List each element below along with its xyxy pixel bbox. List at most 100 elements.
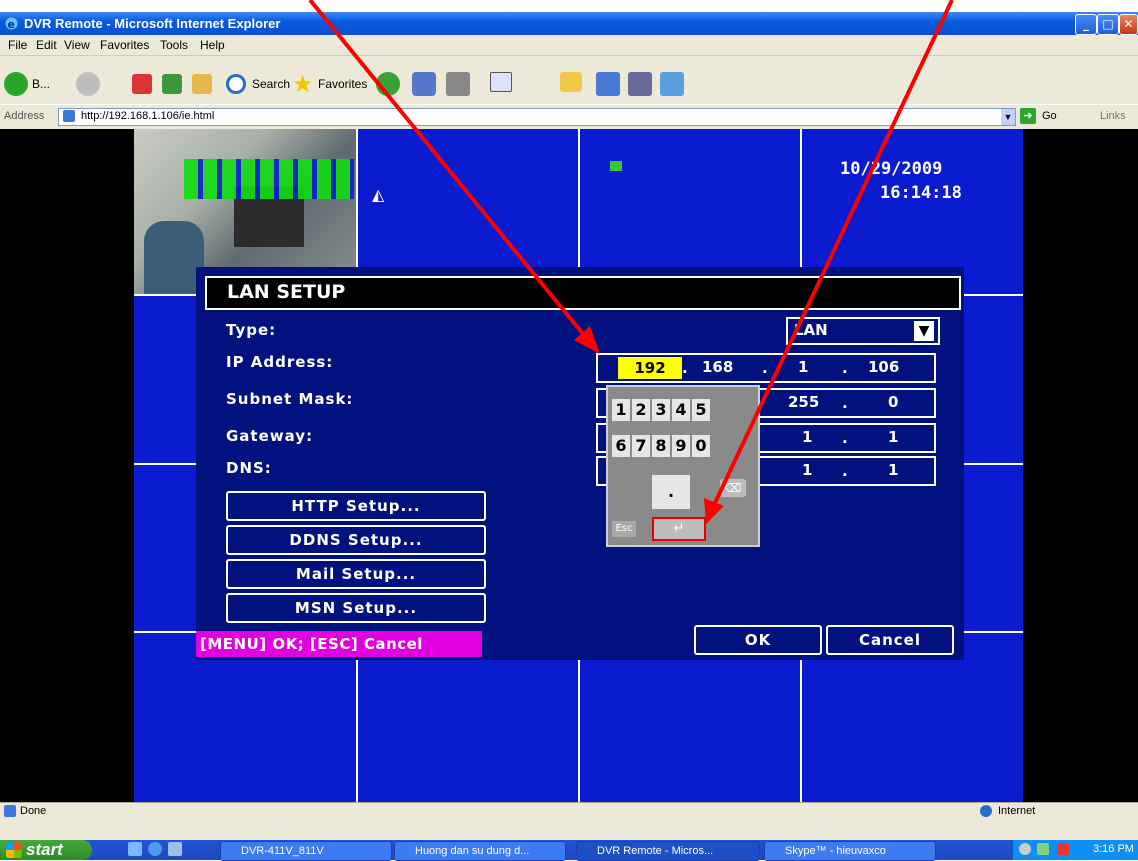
ok-button[interactable]: OK xyxy=(694,625,822,655)
tray-expand-icon[interactable] xyxy=(1019,843,1031,855)
links-label[interactable]: Links xyxy=(1100,110,1126,122)
record-status-icon xyxy=(610,161,622,171)
key-0[interactable]: 0 xyxy=(692,435,710,457)
start-button[interactable]: start xyxy=(0,840,92,860)
quicklaunch-ie-icon[interactable] xyxy=(148,842,162,856)
key-6[interactable]: 6 xyxy=(612,435,630,457)
home-icon[interactable] xyxy=(192,74,212,94)
address-dropdown-icon[interactable]: ▼ xyxy=(1001,109,1015,125)
close-button[interactable]: ✕ xyxy=(1119,14,1138,35)
dns-octet-4[interactable]: 1 xyxy=(888,461,898,479)
stop-icon[interactable] xyxy=(132,74,152,94)
tray-network-icon[interactable] xyxy=(1037,843,1049,855)
subnet-label: Subnet Mask: xyxy=(226,390,354,408)
mail-setup-button[interactable]: Mail Setup... xyxy=(226,559,486,589)
overlay-time: 16:14:18 xyxy=(880,183,962,203)
ip-octet-2[interactable]: 168 xyxy=(702,358,733,376)
ip-dot: . xyxy=(682,359,688,377)
go-icon[interactable]: ➔ xyxy=(1020,108,1036,124)
menu-edit[interactable]: Edit xyxy=(36,38,57,52)
backspace-icon[interactable]: ⌫ xyxy=(720,479,746,497)
key-5[interactable]: 5 xyxy=(692,399,710,421)
tray-app-icon[interactable] xyxy=(1057,843,1069,855)
task-word-doc[interactable]: Huong dan su dung d... xyxy=(394,841,566,861)
type-select[interactable]: LAN ▼ xyxy=(786,317,940,345)
search-label[interactable]: Search xyxy=(252,77,290,91)
windows-logo-icon xyxy=(6,842,22,858)
clock: 3:16 PM xyxy=(1093,843,1134,855)
msn-setup-button[interactable]: MSN Setup... xyxy=(226,593,486,623)
key-8[interactable]: 8 xyxy=(652,435,670,457)
search-icon[interactable] xyxy=(226,74,246,94)
key-esc[interactable]: Esc xyxy=(612,521,636,537)
key-7[interactable]: 7 xyxy=(632,435,650,457)
mail-icon[interactable] xyxy=(412,72,436,96)
obscured-window-strip xyxy=(0,820,1138,840)
ip-dot: . xyxy=(762,359,768,377)
messenger-icon[interactable] xyxy=(596,72,620,96)
dns-octet-3[interactable]: 1 xyxy=(802,461,812,479)
favorites-icon[interactable]: ★ xyxy=(292,70,314,99)
taskbar: start DVR-411V_811V Huong dan su dung d.… xyxy=(0,820,1138,861)
type-dropdown-icon[interactable]: ▼ xyxy=(914,321,934,341)
numeric-keypad: 1 2 3 4 5 6 7 8 9 0 . ⌫ Esc ↵ xyxy=(606,385,760,547)
ip-address-field[interactable]: 192 . 168 . 1 . 106 xyxy=(596,353,936,383)
http-setup-button[interactable]: HTTP Setup... xyxy=(226,491,486,521)
key-1[interactable]: 1 xyxy=(612,399,630,421)
print-icon[interactable] xyxy=(446,72,470,96)
address-url[interactable]: http://192.168.1.106/ie.html xyxy=(81,110,214,122)
type-label: Type: xyxy=(226,321,277,339)
dialog-title-bar: LAN SETUP xyxy=(205,276,961,310)
contacts-icon[interactable] xyxy=(660,72,684,96)
internet-zone-icon xyxy=(980,805,992,817)
research-icon[interactable] xyxy=(628,72,652,96)
address-input[interactable]: http://192.168.1.106/ie.html ▼ xyxy=(58,108,1016,126)
gateway-octet-3[interactable]: 1 xyxy=(802,428,812,446)
back-label[interactable]: B... xyxy=(32,77,50,91)
dns-dot: . xyxy=(842,462,848,480)
menu-view[interactable]: View xyxy=(64,38,90,52)
menu-help[interactable]: Help xyxy=(200,38,225,52)
subnet-octet-4[interactable]: 0 xyxy=(888,393,898,411)
ip-dot: . xyxy=(842,359,848,377)
task-skype[interactable]: Skype™ - hieuvaxco xyxy=(764,841,936,861)
ip-label: IP Address: xyxy=(226,353,334,371)
audio-icon: ◭ xyxy=(372,185,385,204)
menu-tools[interactable]: Tools xyxy=(160,38,188,52)
key-9[interactable]: 9 xyxy=(672,435,690,457)
history-icon[interactable] xyxy=(376,72,400,96)
maximize-button[interactable]: □ xyxy=(1097,14,1119,35)
camera-person xyxy=(144,221,204,294)
key-4[interactable]: 4 xyxy=(672,399,690,421)
subnet-octet-3[interactable]: 255 xyxy=(788,393,819,411)
task-dvr-remote[interactable]: DVR Remote - Micros... xyxy=(576,841,760,861)
refresh-icon[interactable] xyxy=(162,74,182,94)
forward-icon[interactable] xyxy=(76,72,100,96)
quicklaunch-media-icon[interactable] xyxy=(168,842,182,856)
folder-icon[interactable] xyxy=(560,72,582,92)
menu-favorites[interactable]: Favorites xyxy=(100,38,149,52)
gateway-octet-4[interactable]: 1 xyxy=(888,428,898,446)
key-3[interactable]: 3 xyxy=(652,399,670,421)
dns-label: DNS: xyxy=(226,459,272,477)
edit-icon[interactable] xyxy=(490,72,512,92)
ddns-setup-button[interactable]: DDNS Setup... xyxy=(226,525,486,555)
task-label: DVR Remote - Micros... xyxy=(597,845,714,857)
back-icon[interactable] xyxy=(4,72,28,96)
go-label[interactable]: Go xyxy=(1042,110,1057,122)
task-dvr-folder[interactable]: DVR-411V_811V xyxy=(220,841,392,861)
ip-octet-1[interactable]: 192 xyxy=(618,357,682,379)
ip-octet-3[interactable]: 1 xyxy=(798,358,808,376)
key-2[interactable]: 2 xyxy=(632,399,650,421)
cancel-button[interactable]: Cancel xyxy=(826,625,954,655)
menu-file[interactable]: File xyxy=(8,38,27,52)
quicklaunch-desktop-icon[interactable] xyxy=(128,842,142,856)
enter-key-icon[interactable]: ↵ xyxy=(652,517,706,541)
task-label: DVR-411V_811V xyxy=(241,845,324,857)
minimize-button[interactable]: _ xyxy=(1075,14,1097,35)
favorites-label[interactable]: Favorites xyxy=(318,77,367,91)
ip-octet-4[interactable]: 106 xyxy=(868,358,899,376)
zone-text: Internet xyxy=(998,805,1036,817)
toolbar: B... Search ★ Favorites xyxy=(0,56,1138,104)
key-dot[interactable]: . xyxy=(652,475,690,509)
